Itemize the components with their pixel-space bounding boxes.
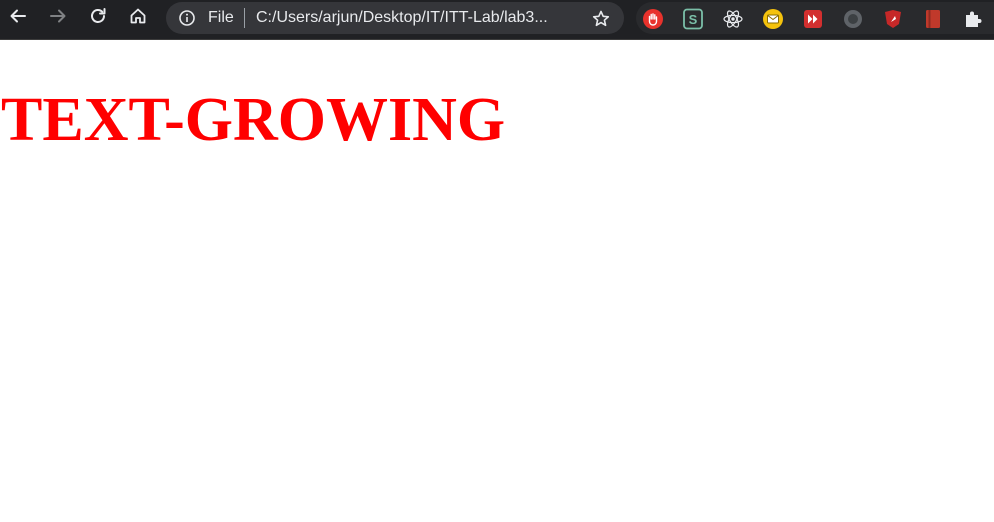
url-text[interactable]: C:/Users/arjun/Desktop/IT/ITT-Lab/lab3..… (256, 9, 578, 27)
extensions-area: S (636, 2, 994, 34)
address-bar[interactable]: File C:/Users/arjun/Desktop/IT/ITT-Lab/l… (166, 2, 624, 34)
reload-button[interactable] (82, 4, 114, 32)
reload-icon (88, 6, 108, 31)
star-icon[interactable] (590, 8, 612, 30)
forward-button[interactable] (42, 4, 74, 32)
circle-extension-icon[interactable] (842, 8, 864, 30)
page-heading: TEXT-GROWING (1, 86, 506, 154)
forward-arrow-icon (48, 6, 68, 31)
back-arrow-icon (8, 6, 28, 31)
info-icon[interactable] (178, 9, 196, 27)
fast-forward-icon[interactable] (802, 8, 824, 30)
book-icon[interactable] (922, 8, 944, 30)
url-scheme-label: File (208, 9, 234, 26)
home-icon (128, 6, 148, 31)
address-separator (244, 8, 245, 28)
svg-text:S: S (689, 12, 698, 27)
rocket-shield-icon[interactable] (882, 8, 904, 30)
back-button[interactable] (2, 4, 34, 32)
mail-icon[interactable] (762, 8, 784, 30)
react-devtools-icon[interactable] (722, 8, 744, 30)
home-button[interactable] (122, 4, 154, 32)
browser-toolbar: File C:/Users/arjun/Desktop/IT/ITT-Lab/l… (0, 0, 994, 40)
s-extension-icon[interactable]: S (682, 8, 704, 30)
puzzle-piece-icon[interactable] (962, 8, 984, 30)
adblock-icon[interactable] (642, 8, 664, 30)
